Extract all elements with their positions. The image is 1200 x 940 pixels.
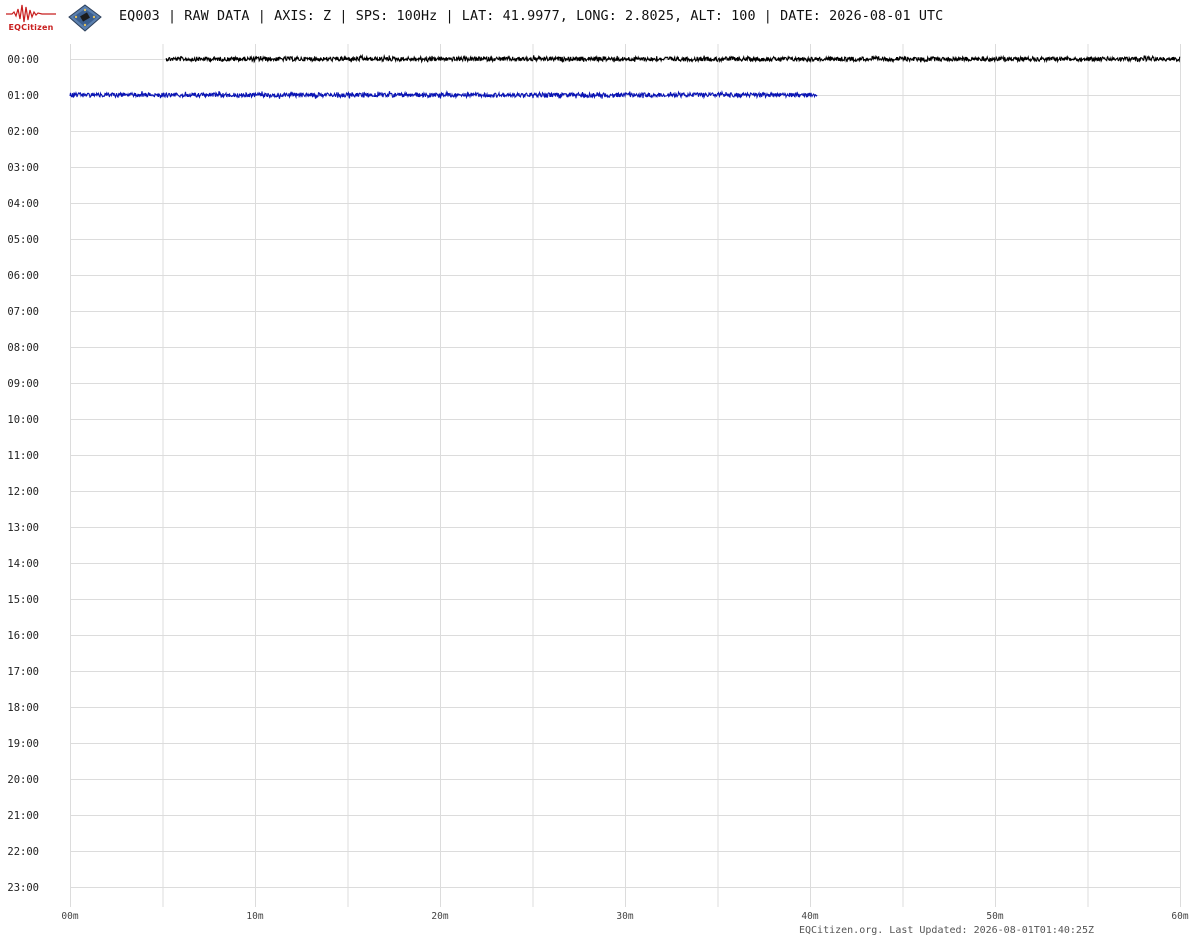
helicorder-chart: 00:00 01:00 02:00 03:00 04:00 05:00 06:00 07:00… [7,44,1189,922]
last-updated-footer: EQCitizen.org. Last Updated: 2026-08-01T… [798,925,1094,936]
x-tick-label: 10m [246,911,263,922]
y-tick-label: 21:00 [7,810,39,822]
y-tick-label: 02:00 [7,126,39,138]
y-tick-label: 23:00 [7,882,39,894]
trace-0100 [69,90,818,100]
y-tick-label: 05:00 [7,234,39,246]
y-tick-label: 08:00 [7,342,39,354]
y-tick-label: 17:00 [7,666,39,678]
y-tick-label: 12:00 [7,486,39,498]
y-tick-label: 06:00 [7,270,39,282]
y-tick-label: 19:00 [7,738,39,750]
x-tick-label: 50m [986,911,1003,922]
x-tick-label: 60m [1171,911,1188,922]
y-tick-label: 18:00 [7,702,39,714]
y-tick-label: 09:00 [7,378,39,390]
y-tick-label: 11:00 [7,450,39,462]
x-tick-label: 30m [616,911,633,922]
y-tick-label: 15:00 [7,594,39,606]
y-tick-label: 03:00 [7,162,39,174]
y-tick-label: 22:00 [7,846,39,858]
y-tick-label: 14:00 [7,558,39,570]
y-tick-label: 01:00 [7,90,39,102]
y-tick-label: 10:00 [7,414,39,426]
y-tick-label: 07:00 [7,306,39,318]
y-tick-label: 04:00 [7,198,39,210]
trace-0000 [165,53,1181,64]
y-tick-label: 20:00 [7,774,39,786]
x-tick-label: 20m [431,911,448,922]
y-tick-label: 00:00 [7,54,39,66]
x-tick-label: 40m [801,911,818,922]
x-tick-label: 00m [61,911,78,922]
y-tick-label: 13:00 [7,522,39,534]
y-tick-label: 16:00 [7,630,39,642]
